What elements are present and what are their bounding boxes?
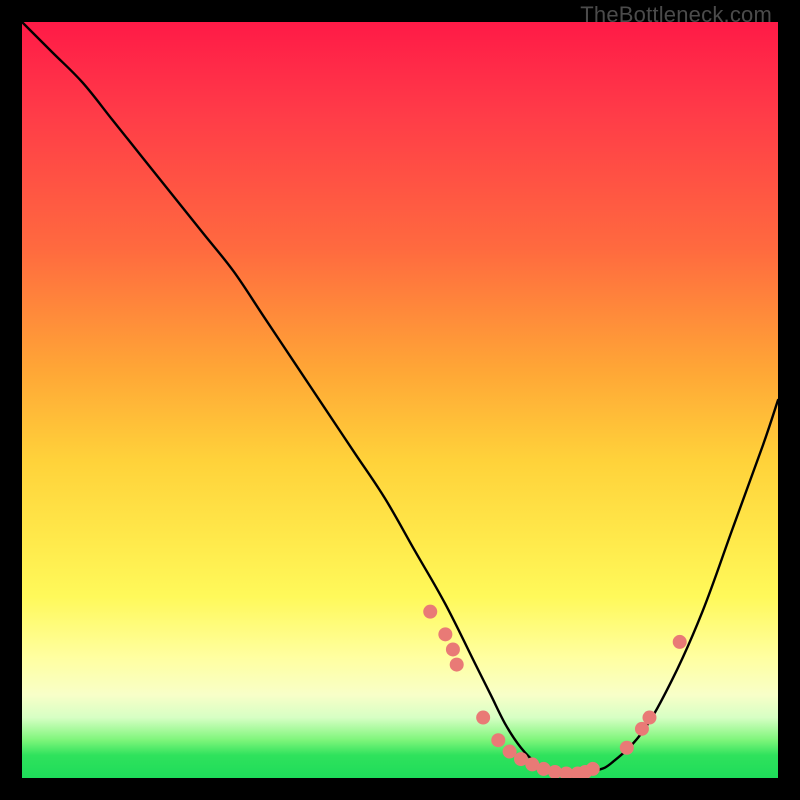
- data-point: [476, 711, 490, 725]
- data-point: [491, 733, 505, 747]
- data-point: [423, 605, 437, 619]
- data-point: [642, 711, 656, 725]
- highlighted-points: [423, 605, 686, 778]
- data-point: [673, 635, 687, 649]
- data-point: [450, 658, 464, 672]
- data-point: [586, 762, 600, 776]
- chart-frame: TheBottleneck.com: [0, 0, 800, 800]
- data-point: [620, 741, 634, 755]
- data-point: [438, 627, 452, 641]
- bottleneck-curve: [22, 22, 778, 775]
- data-point: [446, 642, 460, 656]
- plot-area: [22, 22, 778, 778]
- chart-svg: [22, 22, 778, 778]
